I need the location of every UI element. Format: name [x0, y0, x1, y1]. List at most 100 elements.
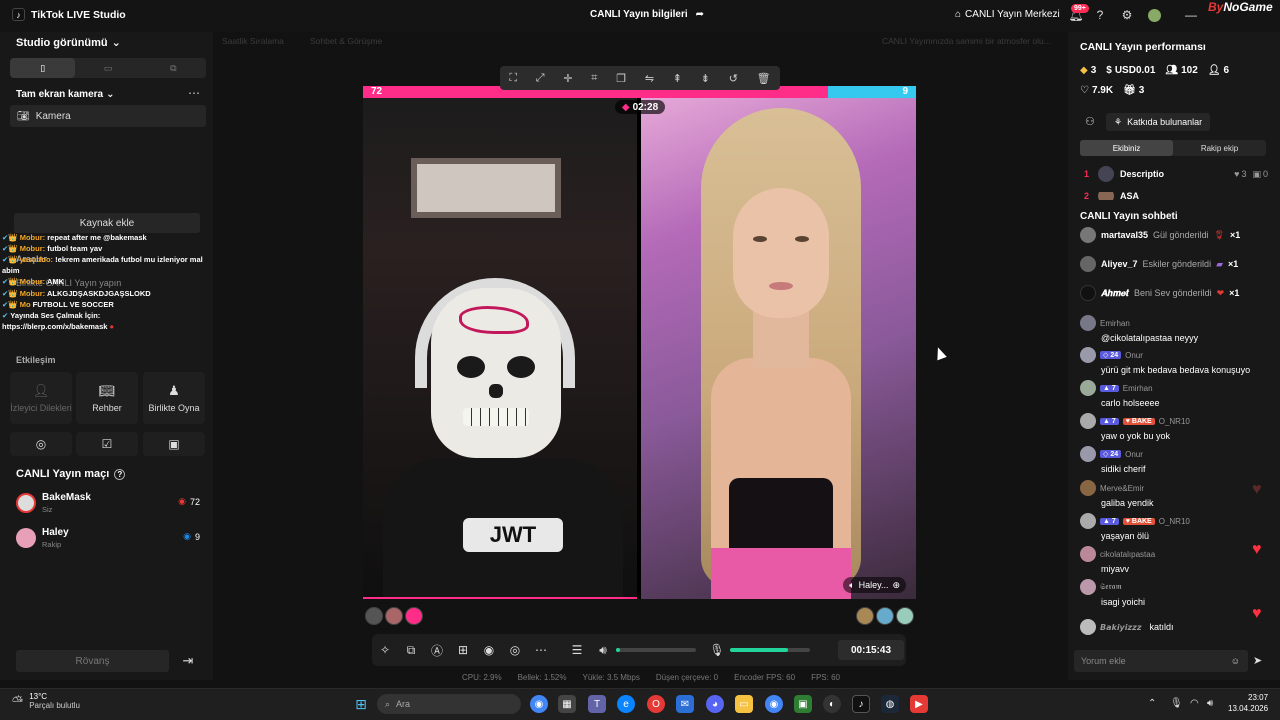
tray-expand-icon[interactable]: ⌃	[1148, 698, 1156, 709]
chat-message[interactable]: ▲ 7 ♥ BAKE O_NR10 yaw o yok bu yok	[1080, 413, 1266, 441]
contributor-row[interactable]: 1 Descriptio ♥ 3 ▣ 0	[1084, 166, 1268, 182]
portrait-layout-button[interactable]: ▯	[10, 58, 76, 78]
app-icon[interactable]: ▣	[794, 695, 812, 713]
steam-icon[interactable]: ◍	[881, 695, 899, 713]
camera-source-item[interactable]: 📷︎ Kamera	[10, 105, 206, 127]
github-icon[interactable]: ◐	[823, 695, 841, 713]
minimize-icon[interactable]: —	[1183, 7, 1199, 23]
opera-icon[interactable]: O	[647, 695, 665, 713]
settings-gear-icon[interactable]: ⚙	[1119, 7, 1135, 23]
ai-icon[interactable]: Ⓐ	[424, 637, 450, 663]
layer-up-icon[interactable]: ⇞	[673, 72, 682, 85]
contributors-button[interactable]: ⚘ Katkıda bulunanlar	[1106, 113, 1211, 131]
camera-settings-icon[interactable]: ◎	[502, 637, 528, 663]
add-source-button[interactable]: Kaynak ekle	[14, 213, 200, 233]
chat-message[interactable]: ▲ 7 Emirhan carlo holseeee	[1080, 380, 1266, 408]
flip-icon[interactable]: ⇋	[645, 72, 654, 85]
goal-tile[interactable]: ◎	[10, 432, 72, 456]
tray-mic-icon[interactable]: 🎙︎	[1170, 698, 1183, 709]
screen-share-icon[interactable]: ⧉	[398, 637, 424, 663]
chat-message[interactable]: cikolatalıpastaa miyavv	[1080, 546, 1266, 574]
expand-icon[interactable]: ⤢	[536, 72, 545, 85]
chat-join-message[interactable]: 𝘽𝙖𝙠𝙞𝙮𝙞𝙯𝙯𝙯 katıldı	[1080, 619, 1266, 635]
profile-avatar[interactable]	[1146, 7, 1162, 23]
tab-your-team[interactable]: Ekibiniz	[1080, 140, 1173, 156]
contributor-row[interactable]: 2 ASA	[1084, 192, 1268, 200]
record-icon[interactable]: ◉	[476, 637, 502, 663]
store-icon[interactable]: ▦	[558, 695, 576, 713]
file-explorer-icon[interactable]: ▭	[735, 695, 753, 713]
chat-message[interactable]: 𝕾𝖊𝖗𝖆𝖒 isagi yoichi	[1080, 579, 1266, 607]
avatar	[1098, 192, 1114, 200]
center-icon[interactable]: ✛	[563, 72, 572, 85]
landscape-layout-button[interactable]: ▭	[75, 58, 140, 78]
live-info-button[interactable]: CANLI Yayın bilgileri ➦	[590, 9, 704, 20]
windows-start-icon[interactable]: ⊞	[352, 695, 370, 713]
wifi-icon[interactable]: ◠	[1190, 698, 1199, 709]
audio-mixer-icon[interactable]: ☰	[564, 637, 590, 663]
avatar[interactable]	[896, 607, 914, 625]
mic-volume-slider[interactable]	[730, 648, 810, 652]
guide-tile[interactable]: 📖︎ Rehber	[76, 372, 138, 424]
scene-dropdown[interactable]: Tam ekran kamera ⌄	[16, 89, 114, 100]
avatar[interactable]	[385, 607, 403, 625]
speaker-volume-slider[interactable]	[616, 648, 696, 652]
tab-opponent-team[interactable]: Rakip ekip	[1173, 140, 1266, 156]
help-icon[interactable]: ?	[114, 468, 126, 480]
avatar[interactable]	[876, 607, 894, 625]
microphone-icon[interactable]: 🎙︎	[704, 637, 730, 663]
live-center-button[interactable]: ⌂ CANLI Yayın Merkezi	[955, 9, 1060, 20]
comment-input[interactable]: Yorum ekle ☺	[1074, 650, 1248, 672]
speaker-volume-icon[interactable]: 🔊︎	[590, 637, 616, 663]
match-title: CANLI Yayın maçı ?	[16, 468, 126, 480]
weather-widget[interactable]: ⛅︎ 13°C Parçalı bulutlu	[12, 692, 80, 710]
rotate-icon[interactable]: ↺	[729, 72, 738, 85]
studio-view-dropdown[interactable]: Studio görünümü ⌄	[16, 36, 121, 50]
chat-message[interactable]: ◇ 24 Onur yürü git mk bedava bedava konuş…	[1080, 347, 1266, 375]
split-layout-button[interactable]: ⧉	[141, 58, 206, 78]
user-settings-icon[interactable]: ⚇	[1085, 115, 1095, 128]
more-options-icon[interactable]: ⋯	[188, 86, 200, 100]
opponent-name-tag[interactable]: 🔈︎ Haley... ⊕	[843, 577, 906, 593]
edge-icon[interactable]: e	[617, 695, 635, 713]
emoji-icon[interactable]: ☺	[1231, 656, 1240, 666]
help-icon[interactable]: ?	[1092, 7, 1108, 23]
crop-icon[interactable]: ⌗	[591, 72, 597, 85]
copy-icon[interactable]: ❐	[616, 72, 626, 85]
fit-icon[interactable]: ⛶	[509, 72, 517, 85]
media-player-icon[interactable]: ▶	[910, 695, 928, 713]
exit-match-icon[interactable]: ⇥	[178, 651, 198, 671]
avatar[interactable]	[365, 607, 383, 625]
chat-message[interactable]: Emirhan @cikolatalıpastaa neyyy	[1080, 315, 1266, 343]
box-tile[interactable]: ▣	[143, 432, 205, 456]
layer-down-icon[interactable]: ⇟	[701, 72, 710, 85]
overlay-text: repeat after me @bakemask	[47, 233, 147, 242]
taskbar-search[interactable]: ⌕ Ara	[377, 694, 521, 714]
chat-message[interactable]: Merve&Emir galiba yendik	[1080, 480, 1266, 508]
chat-message[interactable]: ◇ 24 Onur sidiki cherif	[1080, 446, 1266, 474]
avatar[interactable]	[856, 607, 874, 625]
avatar	[1080, 227, 1096, 243]
avatar[interactable]	[405, 607, 423, 625]
poll-tile[interactable]: ☑	[76, 432, 138, 456]
chrome-icon[interactable]: ◉	[765, 695, 783, 713]
more-icon[interactable]: ⋯	[528, 637, 554, 663]
chrome-icon[interactable]: ◉	[530, 695, 548, 713]
chat-user: Merve&Emir	[1100, 483, 1145, 493]
send-icon[interactable]: ➤	[1253, 654, 1262, 667]
teams-icon[interactable]: T	[588, 695, 606, 713]
overlay-text: ALKGJDŞASKDJGAŞSLOKD	[46, 289, 151, 299]
discord-icon[interactable]: ◕	[706, 695, 724, 713]
tiktok-live-studio-icon[interactable]: ♪	[852, 695, 870, 713]
viewer-requests-tile[interactable]: 👤︎ İzleyici Dilekleri	[10, 372, 72, 424]
mail-icon[interactable]: ✉	[676, 695, 694, 713]
chat-message[interactable]: ▲ 7 ♥ BAKE O_NR10 yaşayan ölü	[1080, 513, 1266, 541]
play-together-tile[interactable]: ♟ Birlikte Oyna	[143, 372, 205, 424]
rematch-button[interactable]: Rövanş	[16, 650, 169, 672]
effects-wand-icon[interactable]: ✧	[372, 637, 398, 663]
volume-icon[interactable]: 🔊︎	[1207, 698, 1213, 709]
add-media-icon[interactable]: ⊞	[450, 637, 476, 663]
system-clock[interactable]: 23:07 13.04.2026	[1228, 693, 1268, 715]
live-preview-stage[interactable]: JWT 🔈︎ Haley... ⊕ 72 9 ◆ 02:28	[363, 86, 916, 599]
delete-icon[interactable]: 🗑︎	[757, 72, 771, 85]
